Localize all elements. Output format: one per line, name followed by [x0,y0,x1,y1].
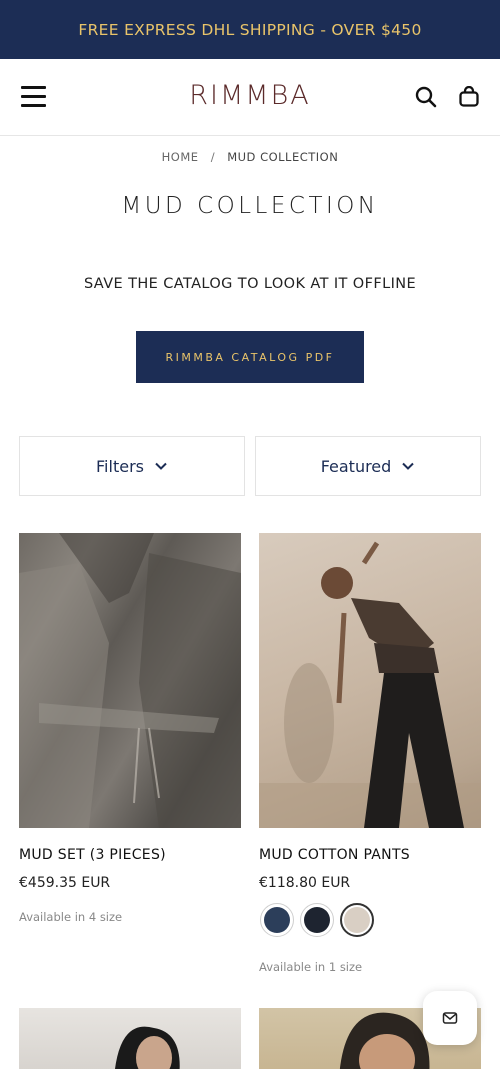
sort-label: Featured [320,456,392,476]
swatch-color [304,907,330,933]
product-name[interactable]: MUD SET (3 PIECES) [19,847,166,863]
product-name[interactable]: MUD COTTON PANTS [259,847,410,863]
site-logo[interactable]: RIMMBA [189,80,310,111]
site-header: RIMMBA [0,59,500,136]
color-swatch[interactable] [300,903,334,937]
catalog-promo-text: SAVE THE CATALOG TO LOOK AT IT OFFLINE [83,276,417,292]
catalog-pdf-button[interactable]: RIMMBA CATALOG PDF [136,331,364,383]
color-swatch-selected[interactable] [340,903,374,937]
breadcrumb-current: MUD COLLECTION [227,150,339,164]
swatch-color [344,907,370,933]
filters-label: Filters [96,456,144,476]
mail-icon [442,1012,458,1024]
product-price: €459.35 EUR [19,875,111,891]
shopping-bag-icon[interactable] [458,85,480,108]
swatch-color [264,907,290,933]
product-image[interactable] [19,1008,241,1069]
chevron-down-icon [402,462,415,470]
product-availability: Available in 4 size [19,910,123,924]
product-image[interactable] [19,533,241,828]
product-price: €118.80 EUR [259,875,351,891]
chat-button[interactable] [423,991,477,1045]
chevron-down-icon [155,462,167,470]
hamburger-menu-icon[interactable] [21,86,46,108]
color-swatch[interactable] [260,903,294,937]
announcement-text: FREE EXPRESS DHL SHIPPING - OVER $450 [78,20,422,39]
breadcrumb: HOME / MUD COLLECTION [0,150,500,164]
sort-dropdown[interactable]: Featured [255,436,481,496]
product-image[interactable] [259,533,481,828]
breadcrumb-home-link[interactable]: HOME [162,150,199,164]
page-title: MUD COLLECTION [121,193,379,219]
breadcrumb-separator: / [210,150,216,164]
announcement-bar: FREE EXPRESS DHL SHIPPING - OVER $450 [0,0,500,59]
product-availability: Available in 1 size [259,960,363,974]
filters-button[interactable]: Filters [19,436,245,496]
search-icon[interactable] [415,86,437,108]
